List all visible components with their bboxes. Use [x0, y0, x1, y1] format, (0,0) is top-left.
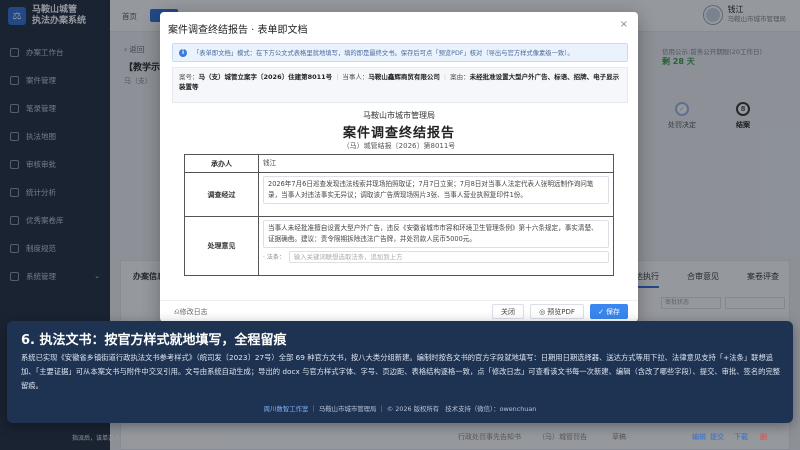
preview-pdf-button[interactable]: ◎ 预览PDF [530, 304, 584, 319]
info-text: 「表单即文档」模式：在下方公文式表格里就地填写，填的即是最终文书。保存后可点「预… [193, 50, 574, 57]
studio-link[interactable]: 周川数智工作室 [264, 405, 309, 413]
change-log-link[interactable]: ⎌修改日志 [174, 307, 208, 317]
assign-note: 指派后，该单办人可查看办办理本案件（含本人创建的案件） [72, 435, 235, 442]
doc-number: （马）城管结报〔2026〕第8011号 [342, 142, 456, 150]
eye-icon: ◎ [539, 307, 546, 316]
modal-title: 案件调查终结报告 · 表单即文档 [168, 25, 308, 36]
banner-title: 6. 执法文书：按官方样式就地填写，全程留痕 [21, 333, 287, 348]
banner-body: 系统已实现《安徽省乡镇街道行政执法文书参考样式》（皖司发〔2023〕27号）全部… [21, 353, 781, 390]
banner-footer: 周川数智工作室 ｜ 马鞍山市城市管理局 ｜ © 2026 版权所有 技术支持（微… [263, 405, 537, 413]
law-search-row: · 法条： 输入关键词联想选取法条，追加到上方 [263, 251, 609, 263]
row-opinion: 处理意见 当事人未经批准擅自设置大型户外广告，违反《安徽省城市市容和环境卫生管理… [185, 217, 613, 275]
law-search-input[interactable]: 输入关键词联想选取法条，追加到上方 [288, 251, 609, 263]
investigation-textarea[interactable]: 2026年7月6日巡查发现违法线索并现场拍照取证；7月7日立案；7月8日对当事人… [263, 176, 609, 204]
case-number: 马（支）城管立案字〔2026〕住建第8011号 [198, 73, 333, 81]
opinion-textarea[interactable]: 当事人未经批准擅自设置大型户外广告，违反《安徽省城市市容和环境卫生管理条例》第十… [263, 220, 609, 248]
investigation-label: 调查经过 [185, 173, 259, 216]
close-button[interactable]: 关闭 [492, 304, 524, 319]
doc-organization: 马鞍山市城市管理局 [363, 111, 435, 120]
modal-footer: ⎌修改日志 关闭 ◎ 预览PDF ✓ 保存 [160, 300, 638, 322]
close-icon[interactable]: × [620, 19, 628, 30]
doc-form-table: 承办人 钱江 调查经过 2026年7月6日巡查发现违法线索并现场拍照取证；7月7… [184, 154, 614, 276]
report-modal: 案件调查终结报告 · 表单即文档 × i 「表单即文档」模式：在下方公文式表格里… [160, 12, 638, 322]
feature-banner: 6. 执法文书：按官方样式就地填写，全程留痕 系统已实现《安徽省乡镇街道行政执法… [7, 321, 793, 423]
party-name: 马鞍山鑫辉商贸有限公司 [368, 73, 440, 81]
opinion-label: 处理意见 [185, 217, 259, 275]
row-investigation: 调查经过 2026年7月6日巡查发现违法线索并现场拍照取证；7月7日立案；7月8… [185, 173, 613, 217]
handler-label: 承办人 [185, 155, 259, 172]
bg-table-row: 行政处罚事先告知书 （马）城管罚告 草稿 编辑 提交 下载 删 [458, 433, 767, 441]
save-button[interactable]: ✓ 保存 [590, 304, 628, 319]
handler-field[interactable]: 钱江 [259, 155, 613, 172]
row-handler: 承办人 钱江 [185, 155, 613, 173]
check-icon: ✓ [598, 307, 604, 316]
info-icon: i [179, 48, 187, 57]
info-alert: i 「表单即文档」模式：在下方公文式表格里就地填写，填的即是最终文书。保存后可点… [172, 43, 628, 62]
case-meta: 案号：马（支）城管立案字〔2026〕住建第8011号 | 当事人：马鞍山鑫辉商贸有限… [172, 67, 628, 103]
law-label: · 法条： [263, 253, 285, 261]
doc-title: 案件调查终结报告 [342, 126, 455, 141]
